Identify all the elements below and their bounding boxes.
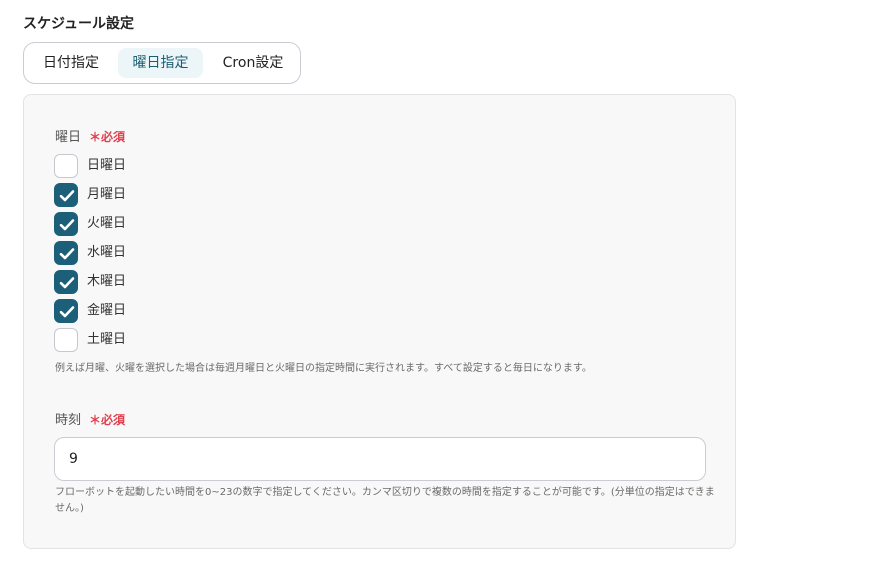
checkbox-sunday[interactable] xyxy=(54,154,78,178)
day-label-sunday: 日曜日 xyxy=(87,158,127,173)
weekday-label-text: 曜日 xyxy=(55,130,82,145)
check-icon xyxy=(59,306,75,318)
check-icon xyxy=(59,248,75,260)
required-badge: ＊必須 xyxy=(89,413,126,427)
day-label-friday: 金曜日 xyxy=(87,303,127,318)
check-icon xyxy=(59,219,75,231)
weekday-helper-text: 例えば月曜、火曜を選択した場合は毎週月曜日と火曜日の指定時間に実行されます。すべ… xyxy=(55,363,592,374)
checkbox-wednesday[interactable] xyxy=(54,241,78,265)
schedule-panel: 曜日 ＊必須 日曜日 月曜日 火曜日 水曜日 木曜日 金曜日 土曜日 例えば月曜… xyxy=(23,94,736,549)
day-label-monday: 月曜日 xyxy=(87,187,127,202)
time-helper-text: フローボットを起動したい時間を0~23の数字で指定してください。カンマ区切りで複… xyxy=(55,487,715,514)
check-icon xyxy=(59,277,75,289)
day-label-thursday: 木曜日 xyxy=(87,274,127,289)
day-label-saturday: 土曜日 xyxy=(87,332,127,347)
day-label-tuesday: 火曜日 xyxy=(87,216,127,231)
section-title: スケジュール設定 xyxy=(23,16,135,32)
required-badge: ＊必須 xyxy=(89,130,126,144)
schedule-type-tabs: 日付指定 曜日指定 Cron設定 xyxy=(23,42,301,84)
tab-weekday[interactable]: 曜日指定 xyxy=(118,48,203,78)
time-input[interactable] xyxy=(54,437,706,481)
checkbox-tuesday[interactable] xyxy=(54,212,78,236)
checkbox-monday[interactable] xyxy=(54,183,78,207)
time-label-text: 時刻 xyxy=(55,413,82,428)
time-field-label: 時刻 ＊必須 xyxy=(55,411,125,430)
day-label-wednesday: 水曜日 xyxy=(87,245,127,260)
weekday-field-label: 曜日 ＊必須 xyxy=(55,128,125,147)
tab-cron[interactable]: Cron設定 xyxy=(210,48,296,78)
checkbox-thursday[interactable] xyxy=(54,270,78,294)
checkbox-saturday[interactable] xyxy=(54,328,78,352)
check-icon xyxy=(59,190,75,202)
tab-date[interactable]: 日付指定 xyxy=(30,48,112,78)
checkbox-friday[interactable] xyxy=(54,299,78,323)
